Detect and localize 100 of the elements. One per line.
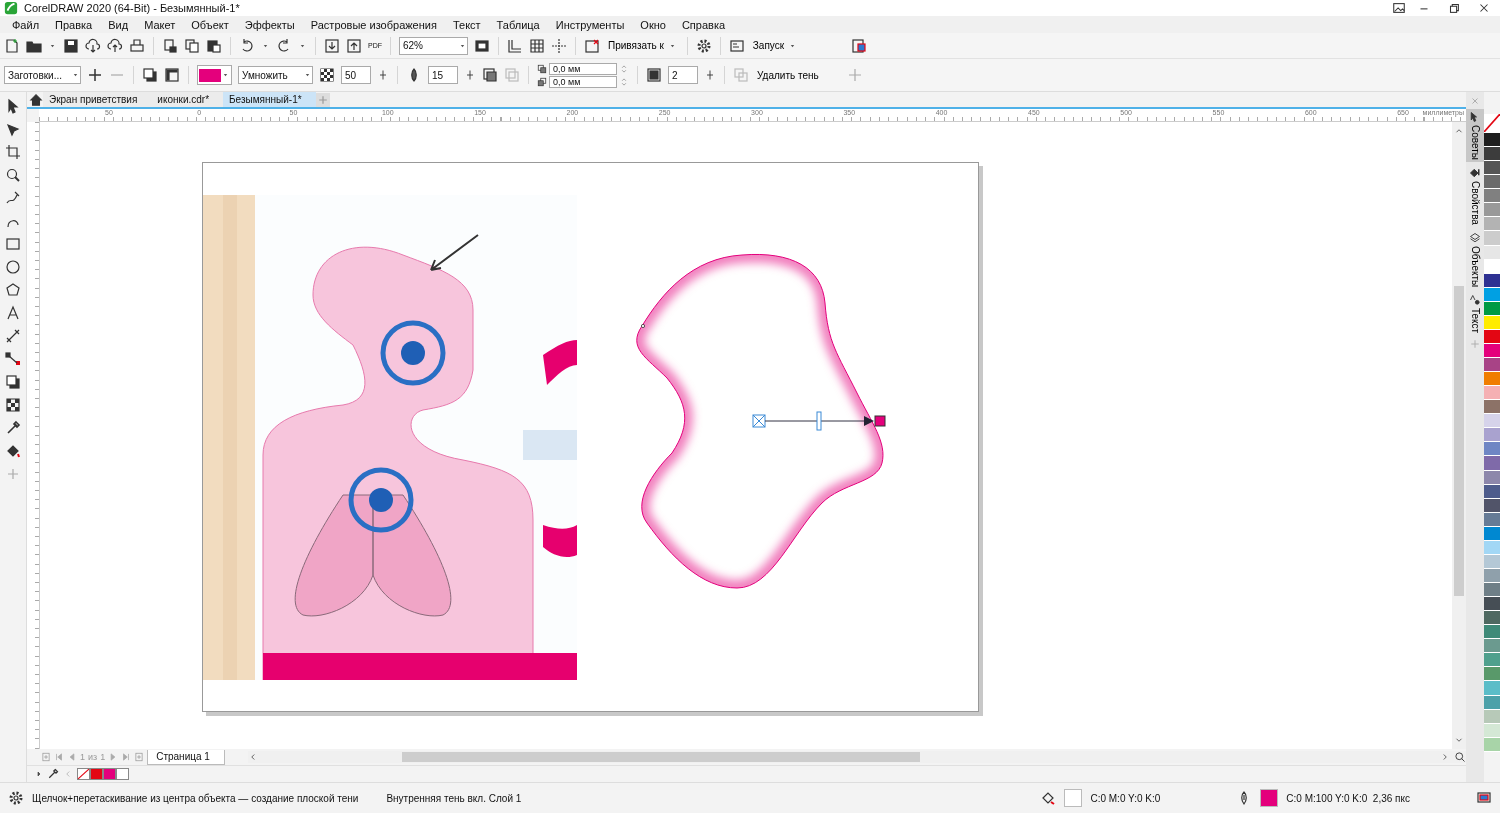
color-proof-icon[interactable] [1476, 790, 1492, 806]
settings-icon[interactable] [695, 37, 712, 54]
picture-icon[interactable] [1392, 1, 1406, 15]
zoom-icon[interactable] [5, 167, 21, 183]
crop-tool-icon[interactable] [5, 144, 21, 160]
status-hint: Щелчок+перетаскивание из центра объекта — создание плоской тени [32, 792, 359, 804]
fill-color-value: C:0 M:0 Y:0 K:0 [1090, 792, 1161, 804]
add-preset-icon[interactable] [87, 67, 103, 83]
width-field[interactable]: 2 [668, 66, 698, 84]
outline-value: C:0 M:100 Y:0 K:0 2,36 пкс [1286, 792, 1410, 804]
opacity-icon[interactable] [319, 67, 335, 83]
inner-shadow-icon[interactable] [164, 67, 180, 83]
window-title: CorelDRAW 2020 (64-Bit) - Безымянный-1* [24, 2, 240, 14]
horizontal-scrollbar-thumb[interactable] [401, 752, 920, 762]
shadow-handle[interactable] [752, 411, 886, 431]
page-tab[interactable]: Страница 1 [147, 749, 225, 765]
current-page: 1 [80, 752, 85, 762]
ellipse-tool-icon[interactable] [5, 259, 21, 275]
menu-item[interactable]: Таблица [488, 18, 548, 31]
eyedropper-icon[interactable] [47, 768, 59, 780]
no-color-swatch[interactable] [77, 768, 90, 780]
full-screen-icon[interactable] [474, 37, 490, 54]
color-proof-icon[interactable] [851, 37, 868, 54]
menu-item[interactable]: Растровые изображения [302, 18, 445, 31]
settings-icon[interactable] [8, 790, 24, 806]
paste-icon[interactable] [206, 37, 222, 54]
pick-tool-icon[interactable] [5, 98, 21, 114]
transparency-tool-icon[interactable] [5, 397, 21, 413]
snap-dropdown[interactable]: Привязать к [606, 39, 679, 52]
document-tab[interactable]: иконки.cdr* [151, 92, 224, 107]
shape-tool-icon[interactable] [5, 121, 21, 137]
home-icon[interactable] [29, 92, 43, 107]
menu-item[interactable]: Эффекты [236, 18, 303, 31]
docker-tab[interactable]: Текст [1466, 292, 1484, 336]
menu-item[interactable]: Окно [632, 18, 674, 31]
menu-item[interactable]: Объект [183, 18, 237, 31]
polygon-tool-icon[interactable] [5, 282, 21, 298]
shadow-tool-icon[interactable] [5, 374, 21, 390]
fill-icon[interactable] [1040, 790, 1057, 806]
no-color-swatch[interactable] [1484, 114, 1500, 133]
menu-item[interactable]: Макет [136, 18, 184, 31]
drop-shadow-icon[interactable] [142, 67, 158, 83]
color-swatch[interactable] [116, 768, 129, 780]
offset-x-icon[interactable] [537, 63, 547, 74]
text-gear-icon [1469, 294, 1481, 307]
vertical-scrollbar-thumb[interactable] [1454, 286, 1464, 596]
connector-tool-icon[interactable] [5, 351, 21, 367]
document-icon[interactable] [162, 37, 178, 54]
menu-item[interactable]: Инструменты [547, 18, 633, 31]
shadow-width-icon[interactable] [646, 67, 662, 83]
dimension-tool-icon[interactable] [5, 328, 21, 344]
cloud-download-icon[interactable] [85, 37, 101, 54]
launch-dropdown[interactable]: Запуск [750, 39, 800, 52]
docker-tab[interactable]: Свойства [1466, 165, 1484, 227]
menu-item[interactable]: Правка [47, 18, 101, 31]
docker-tab[interactable]: Советы [1466, 109, 1484, 162]
expand-icon[interactable] [35, 769, 43, 779]
offset-y-field[interactable]: 0,0 мм [549, 75, 617, 88]
copy-icon[interactable] [184, 37, 200, 54]
offset-y-icon[interactable] [537, 76, 547, 87]
fill-tool-icon[interactable] [5, 443, 21, 459]
blend-mode-dropdown[interactable]: Умножить [238, 66, 313, 84]
cloud-upload-icon[interactable] [107, 37, 123, 54]
zoom-field[interactable]: 62% [399, 36, 468, 55]
page-total: 1 [100, 752, 106, 762]
color-swatch[interactable] [90, 768, 103, 780]
menu-item[interactable]: Справка [673, 18, 734, 31]
menu-item[interactable]: Вид [100, 18, 137, 31]
shadow-color-dropdown[interactable] [197, 65, 232, 85]
save-icon[interactable] [63, 37, 79, 54]
menu-item[interactable]: Файл [4, 18, 48, 31]
export-icon[interactable] [346, 37, 362, 54]
guidelines-icon[interactable] [551, 37, 567, 54]
layers-icon [1469, 231, 1481, 244]
opacity-field[interactable]: 50 [341, 66, 371, 84]
feather-direction-icon[interactable] [482, 67, 498, 83]
window-icon[interactable] [728, 37, 745, 54]
feather-field[interactable]: 15 [428, 66, 458, 84]
delete-shadow-button[interactable]: Удалить тень [755, 69, 821, 81]
menu-item[interactable]: Текст [444, 18, 489, 31]
offset-x-field[interactable]: 0,0 мм [549, 62, 617, 75]
freehand-tool-icon[interactable] [5, 190, 21, 206]
text-tool-icon[interactable] [5, 305, 21, 321]
eyedropper-icon[interactable] [5, 420, 21, 436]
page-of-label: из [88, 752, 98, 762]
snap-off-icon[interactable] [584, 37, 600, 54]
grid-icon[interactable] [529, 37, 545, 54]
document-tab[interactable]: Экран приветствия [43, 92, 152, 107]
document-tab[interactable]: Безымянный-1* [223, 92, 316, 107]
status-info: Внутренняя тень вкл. Слой 1 [386, 792, 522, 804]
zoom-icon[interactable] [1454, 751, 1466, 763]
print-icon[interactable] [129, 37, 145, 54]
rectangle-tool-icon[interactable] [5, 236, 21, 252]
new-document-icon[interactable] [4, 37, 20, 54]
import-icon[interactable] [324, 37, 340, 54]
properties-icon [1469, 167, 1481, 179]
color-swatch[interactable] [103, 768, 116, 780]
presets-dropdown[interactable]: Заготовки... [4, 66, 81, 84]
docker-tab[interactable]: Объекты [1466, 229, 1484, 290]
rulers-icon[interactable] [507, 37, 523, 54]
